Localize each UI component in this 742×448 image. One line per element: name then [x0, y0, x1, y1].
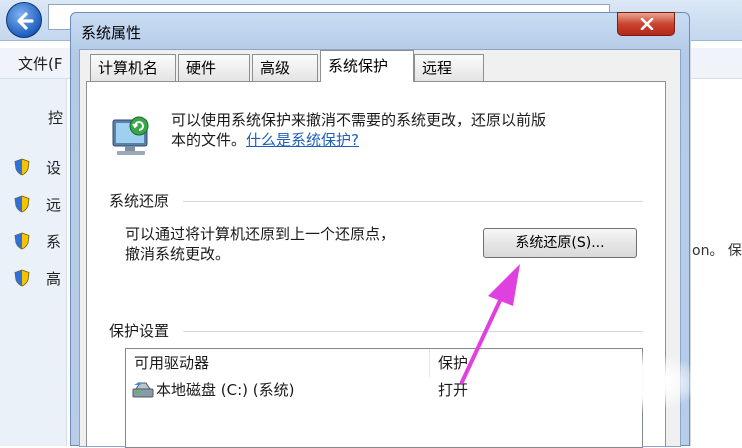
tab-hardware[interactable]: 硬件	[178, 54, 250, 81]
annotation-arrow-icon	[460, 264, 520, 384]
description-text: 可以使用系统保护来撤消不需要的系统更改，还原以前版 本的文件。什么是系统保护?	[171, 110, 651, 150]
control-panel-nav: 控 设 远 系 高	[0, 79, 67, 446]
close-button[interactable]	[617, 12, 675, 36]
back-button[interactable]	[6, 2, 42, 38]
shield-icon	[14, 195, 30, 213]
group-divider	[183, 201, 643, 202]
obscured-region	[550, 352, 700, 412]
nav-item-1[interactable]: 设	[46, 157, 61, 178]
background-text: on。 保	[692, 243, 742, 259]
what-is-system-protection-link[interactable]: 什么是系统保护?	[246, 131, 359, 149]
tab-computer-name[interactable]: 计算机名	[90, 54, 176, 81]
nav-item-control[interactable]: 控	[48, 107, 63, 128]
drive-name: 本地磁盘 (C:) (系统)	[156, 381, 295, 399]
dialog-title: 系统属性	[81, 24, 142, 42]
restore-text-line2: 撤消系统更改。	[125, 245, 231, 263]
shield-icon	[14, 269, 30, 287]
description-line1: 可以使用系统保护来撤消不需要的系统更改，还原以前版	[171, 111, 547, 129]
shield-icon	[14, 232, 30, 250]
drive-icon	[132, 382, 154, 398]
nav-item-2[interactable]: 远	[46, 194, 61, 215]
close-icon	[640, 18, 654, 30]
tab-advanced[interactable]: 高级	[252, 54, 318, 81]
description-line2: 本的文件。什么是系统保护?	[171, 130, 651, 150]
restore-description: 可以通过将计算机还原到上一个还原点， 撤消系统更改。	[125, 224, 475, 264]
group-divider	[183, 331, 643, 332]
description-prefix: 本的文件。	[171, 131, 247, 149]
menu-file[interactable]: 文件(F	[18, 53, 62, 74]
back-arrow-icon	[17, 12, 34, 30]
system-restore-button[interactable]: 系统还原(S)...	[483, 228, 637, 258]
restore-text-line1: 可以通过将计算机还原到上一个还原点，	[125, 225, 396, 243]
tab-remote[interactable]: 远程	[414, 54, 484, 81]
restore-group-label: 系统还原	[109, 190, 170, 211]
system-restore-icon	[112, 116, 149, 155]
column-header-drives[interactable]: 可用驱动器	[126, 349, 430, 377]
nav-item-4[interactable]: 高	[46, 268, 61, 289]
tab-system-protection[interactable]: 系统保护	[320, 50, 414, 82]
protection-group-label: 保护设置	[109, 320, 170, 341]
shield-icon	[14, 158, 30, 176]
nav-item-3[interactable]: 系	[46, 231, 61, 252]
